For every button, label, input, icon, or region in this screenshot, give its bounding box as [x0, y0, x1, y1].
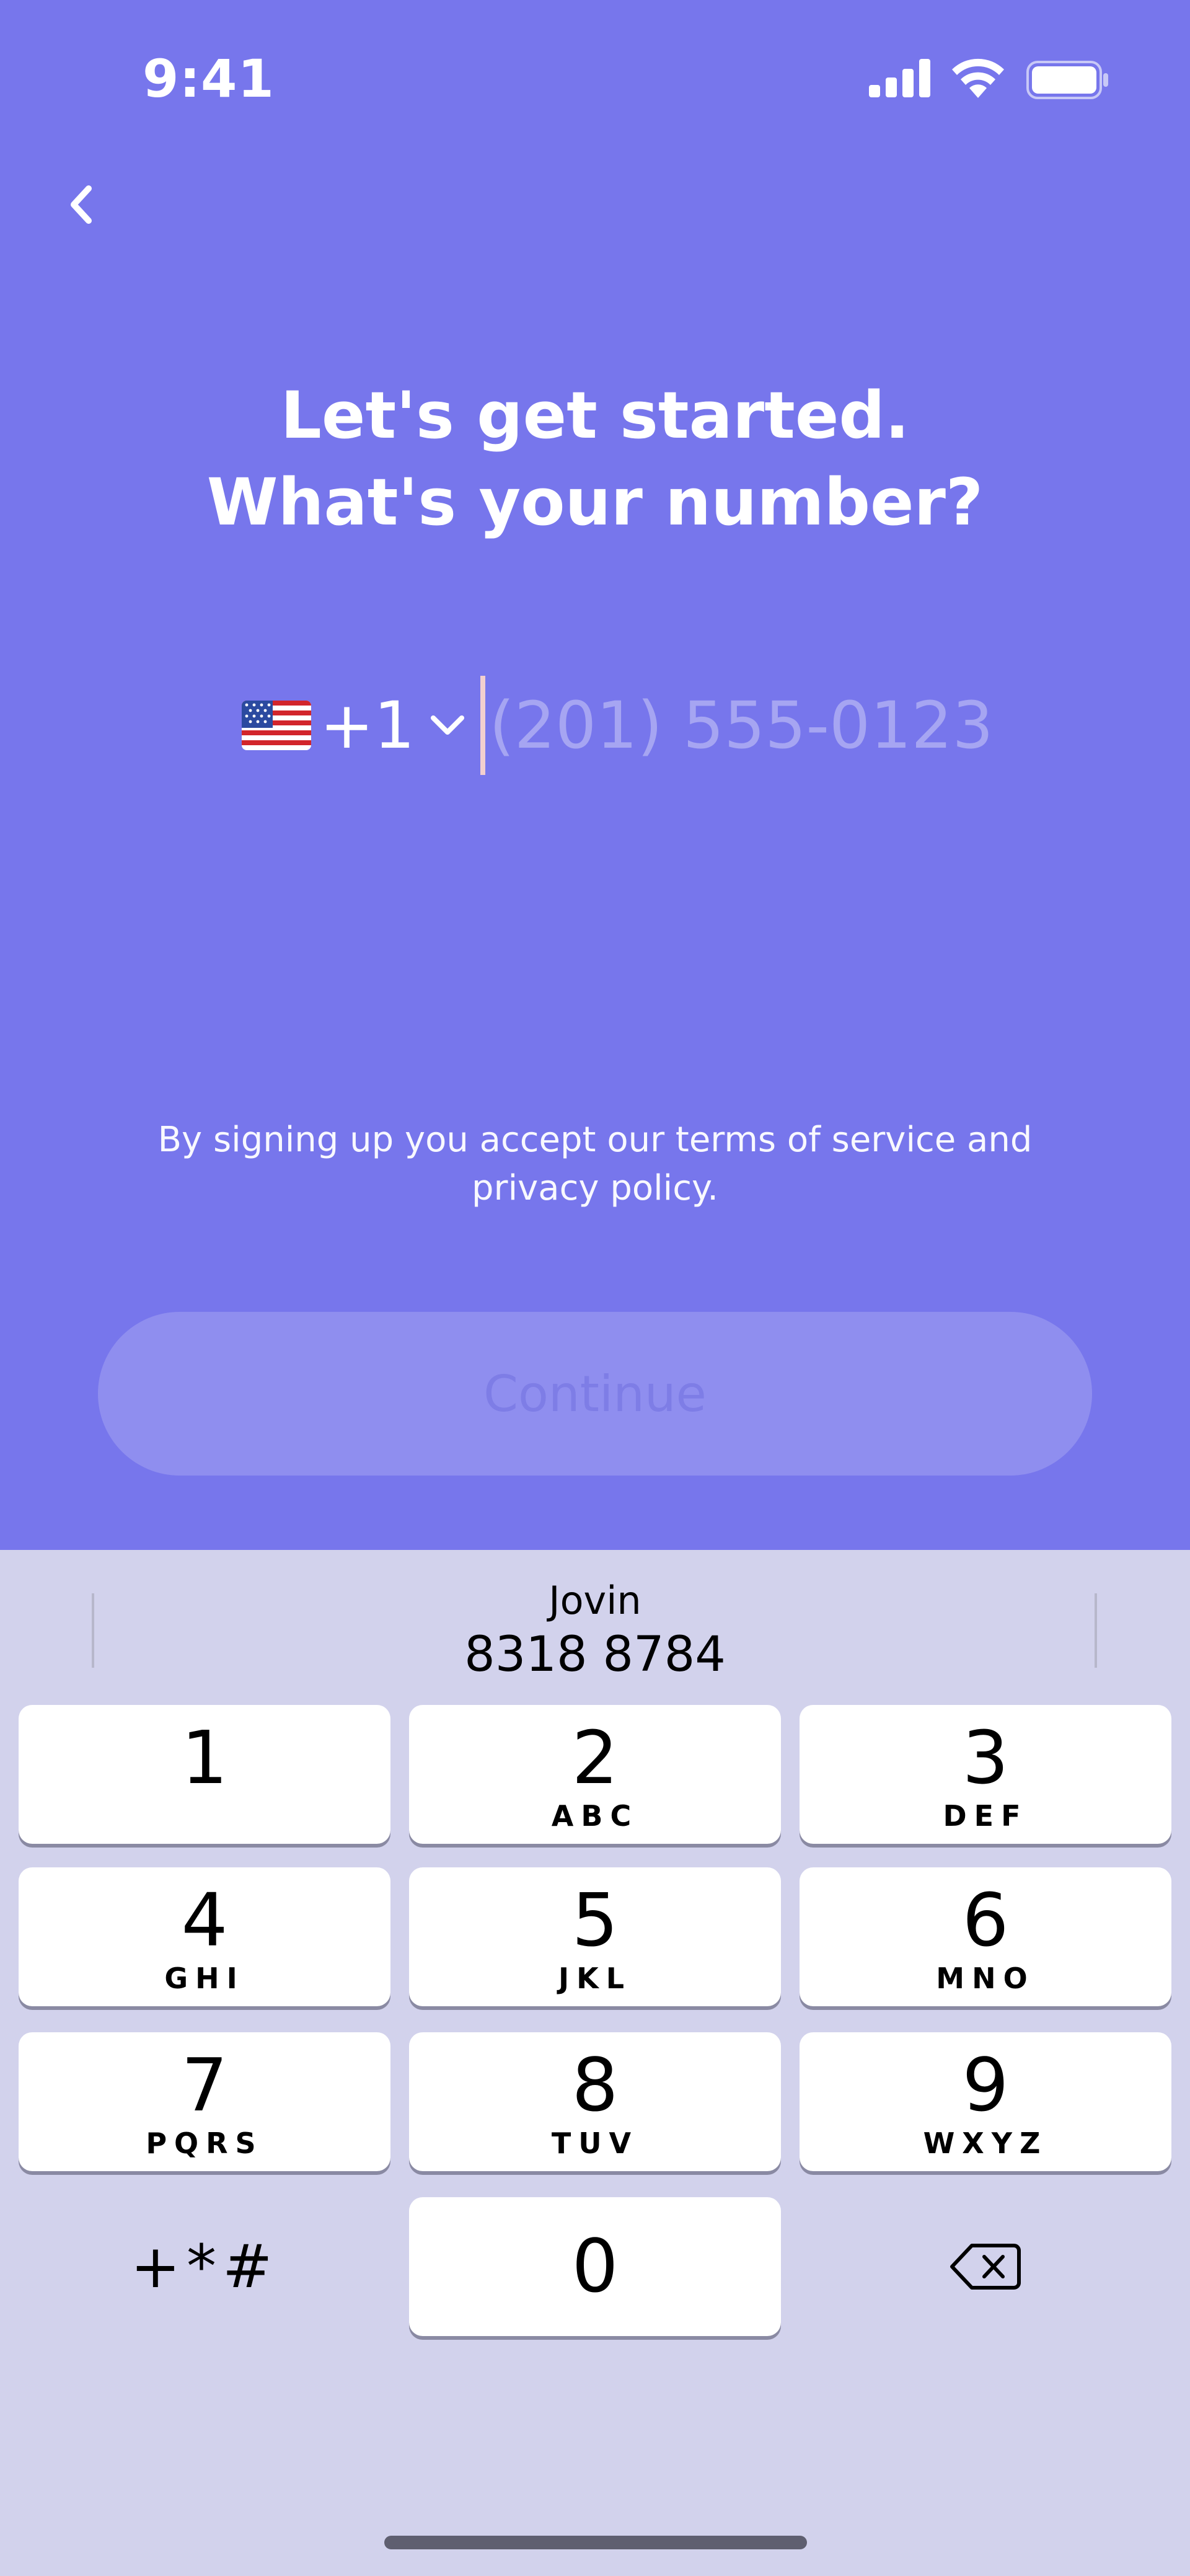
- key-2[interactable]: 2 ABC: [409, 1705, 781, 1844]
- terms-of-service-link[interactable]: terms of service: [676, 1120, 956, 1160]
- key-letters: GHI: [164, 1962, 245, 1995]
- key-letters: MNO: [936, 1962, 1035, 1995]
- status-time: 9:41: [143, 48, 275, 109]
- key-digit: 9: [962, 2042, 1009, 2128]
- key-letters: DEF: [943, 1799, 1028, 1833]
- delete-key[interactable]: [800, 2197, 1171, 2336]
- text-cursor: [480, 676, 486, 775]
- phone-number-row: +1: [242, 676, 998, 775]
- key-digit: 3: [962, 1715, 1009, 1800]
- phone-number-input[interactable]: [489, 688, 998, 763]
- key-digit: 1: [181, 1715, 228, 1800]
- home-indicator: [384, 2536, 807, 2549]
- terms-prefix: By signing up you accept our: [157, 1120, 676, 1160]
- chevron-left-icon: [71, 185, 92, 224]
- page-title: Let's get started. What's your number?: [206, 378, 984, 540]
- suggestion-divider: [92, 1593, 94, 1668]
- terms-mid: and: [956, 1120, 1033, 1160]
- numeric-keyboard: Jovin 8318 8784 1 2 ABC 3 DEF 4 GHI 5 JK…: [0, 1550, 1190, 2576]
- terms-text: By signing up you accept our terms of se…: [99, 1116, 1091, 1213]
- privacy-policy-link[interactable]: privacy policy: [472, 1168, 707, 1208]
- key-6[interactable]: 6 MNO: [800, 1867, 1171, 2006]
- contact-suggestion[interactable]: Jovin 8318 8784: [409, 1575, 781, 1683]
- continue-label: Continue: [483, 1365, 707, 1423]
- status-bar: 9:41: [0, 0, 1190, 161]
- key-digit: 2: [571, 1715, 619, 1800]
- chevron-down-icon: [431, 715, 465, 735]
- key-9[interactable]: 9 WXYZ: [800, 2032, 1171, 2171]
- key-letters: WXYZ: [923, 2127, 1048, 2160]
- key-digit: 7: [181, 2042, 228, 2128]
- symbols-key[interactable]: +*#: [19, 2197, 390, 2336]
- key-letters: ABC: [551, 1799, 639, 1833]
- terms-suffix: .: [707, 1168, 718, 1208]
- suggestion-number: 8318 8784: [464, 1627, 726, 1683]
- continue-button[interactable]: Continue: [98, 1312, 1092, 1476]
- key-0[interactable]: 0: [409, 2197, 781, 2336]
- key-letters: PQRS: [146, 2127, 263, 2160]
- back-button[interactable]: [56, 180, 105, 229]
- key-3[interactable]: 3 DEF: [800, 1705, 1171, 1844]
- key-5[interactable]: 5 JKL: [409, 1867, 781, 2006]
- suggestion-divider: [1095, 1593, 1097, 1668]
- key-8[interactable]: 8 TUV: [409, 2032, 781, 2171]
- key-digit: 4: [181, 1877, 228, 1963]
- key-digit: 8: [571, 2042, 619, 2128]
- backspace-icon: [950, 2244, 1021, 2290]
- cellular-signal-icon: [869, 59, 930, 97]
- key-letters: TUV: [551, 2127, 639, 2160]
- us-flag-icon: [242, 701, 311, 750]
- country-code-picker[interactable]: +1: [242, 693, 480, 758]
- symbols-label: +*#: [130, 2232, 279, 2301]
- key-7[interactable]: 7 PQRS: [19, 2032, 390, 2171]
- dial-code: +1: [320, 688, 415, 763]
- wifi-icon: [952, 58, 1004, 98]
- suggestion-name: Jovin: [549, 1578, 641, 1623]
- key-letters: JKL: [558, 1962, 632, 1995]
- contact-suggestion-bar: Jovin 8318 8784: [0, 1575, 1190, 1683]
- key-4[interactable]: 4 GHI: [19, 1867, 390, 2006]
- key-digit: 0: [571, 2223, 619, 2309]
- key-1[interactable]: 1: [19, 1705, 390, 1844]
- key-digit: 5: [571, 1877, 619, 1963]
- key-digit: 6: [962, 1877, 1009, 1963]
- battery-icon: [1026, 61, 1108, 99]
